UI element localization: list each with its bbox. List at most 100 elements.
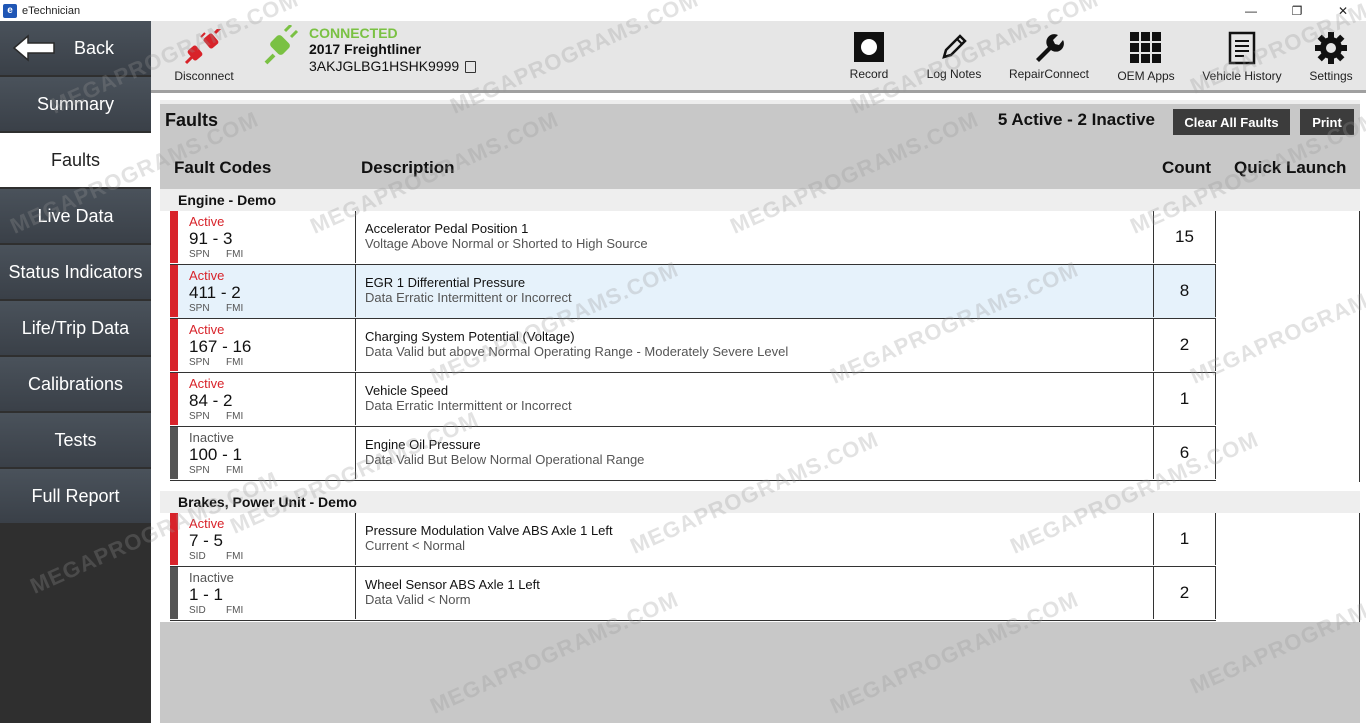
table-row[interactable]: Active 84 - 2 SPN FMI Vehicle Speed Data… <box>170 373 1216 427</box>
top-toolbar: Disconnect CONNECTED 2017 Freightliner 3… <box>151 21 1366 93</box>
table-row[interactable]: Active 91 - 3 SPN FMI Accelerator Pedal … <box>170 211 1216 265</box>
fault-title: Vehicle Speed <box>365 383 449 398</box>
sidebar-item-calibrations[interactable]: Calibrations <box>0 357 151 411</box>
status-bar <box>170 211 178 263</box>
fault-title: Pressure Modulation Valve ABS Axle 1 Lef… <box>365 523 613 538</box>
fault-status: Active <box>189 322 225 337</box>
sidebar-item-summary[interactable]: Summary <box>0 77 151 131</box>
fault-detail: Data Valid but above Normal Operating Ra… <box>365 344 789 359</box>
vehicle-history-button[interactable]: Vehicle History <box>1201 31 1283 83</box>
sidebar-item-tests[interactable]: Tests <box>0 413 151 467</box>
wrench-icon <box>1036 34 1064 62</box>
clear-all-faults-button[interactable]: Clear All Faults <box>1173 109 1290 135</box>
log-notes-button[interactable]: Log Notes <box>921 31 987 81</box>
sidebar-item-full-report[interactable]: Full Report <box>0 469 151 523</box>
fault-code: 167 - 16 <box>189 337 252 356</box>
sidebar-item-faults[interactable]: Faults <box>0 133 151 187</box>
maximize-button[interactable]: ❐ <box>1274 0 1320 21</box>
fault-code: 7 - 5 <box>189 531 224 550</box>
fault-detail: Data Erratic Intermittent or Incorrect <box>365 290 572 305</box>
fault-detail: Data Erratic Intermittent or Incorrect <box>365 398 572 413</box>
disconnect-plug-icon <box>184 29 222 65</box>
col-fault-codes: Fault Codes <box>174 158 272 177</box>
status-bar <box>170 513 178 565</box>
fault-status: Active <box>189 214 225 229</box>
minimize-button[interactable]: — <box>1228 0 1274 21</box>
fault-detail: Voltage Above Normal or Shorted to High … <box>365 236 648 251</box>
record-icon <box>854 32 884 62</box>
code-label-a: SPN <box>189 249 210 260</box>
col-quick-launch: Quick Launch <box>1234 158 1347 177</box>
status-bar <box>170 427 178 479</box>
code-label-a: SID <box>189 551 206 562</box>
group-title: Engine - Demo <box>160 189 1360 211</box>
close-button[interactable]: ✕ <box>1320 0 1366 21</box>
table-row[interactable]: Inactive 1 - 1 SID FMI Wheel Sensor ABS … <box>170 567 1216 621</box>
code-label-a: SPN <box>189 303 210 314</box>
back-arrow-icon <box>12 34 55 62</box>
connection-status: CONNECTED 2017 Freightliner 3AKJGLBG1HSH… <box>263 25 477 75</box>
fault-detail: Current < Normal <box>365 538 466 553</box>
quick-launch-column <box>1216 211 1360 482</box>
back-label: Back <box>74 37 115 58</box>
faults-panel: Faults 5 Active - 2 Inactive Clear All F… <box>160 100 1360 723</box>
copy-icon[interactable] <box>465 60 477 73</box>
fault-title: Charging System Potential (Voltage) <box>365 329 575 344</box>
etechnician-window: e eTechnician — ❐ ✕ Back Summary Faults … <box>0 0 1366 723</box>
code-label-b: FMI <box>226 551 244 562</box>
fault-status: Active <box>189 268 225 283</box>
sidebar-item-status-indicators[interactable]: Status Indicators <box>0 245 151 299</box>
disconnect-label: Disconnect <box>174 69 234 83</box>
repairconnect-button[interactable]: RepairConnect <box>1007 31 1091 81</box>
table-row[interactable]: Inactive 100 - 1 SPN FMI Engine Oil Pres… <box>170 427 1216 481</box>
fault-detail: Data Valid But Below Normal Operational … <box>365 452 645 467</box>
pencil-icon <box>942 34 967 59</box>
fault-detail: Data Valid < Norm <box>365 592 471 607</box>
code-label-b: FMI <box>226 605 244 616</box>
vehicle-name: 2017 Freightliner <box>309 41 422 57</box>
settings-label: Settings <box>1309 69 1353 83</box>
quick-launch-column <box>1216 513 1360 622</box>
sidebar-item-live-data[interactable]: Live Data <box>0 189 151 243</box>
fault-status: Inactive <box>189 570 234 585</box>
fault-code: 91 - 3 <box>189 229 233 248</box>
status-bar <box>170 567 178 619</box>
record-button[interactable]: Record <box>839 31 899 81</box>
table-header: Fault Codes Description Count Quick Laun… <box>160 145 1360 189</box>
oem-apps-button[interactable]: OEM Apps <box>1113 31 1179 83</box>
fault-count: 2 <box>1153 319 1216 371</box>
status-bar <box>170 265 178 317</box>
group-title: Brakes, Power Unit - Demo <box>160 491 1360 513</box>
code-label-a: SPN <box>189 411 210 422</box>
log-notes-label: Log Notes <box>926 67 982 81</box>
fault-title: Accelerator Pedal Position 1 <box>365 221 529 236</box>
back-button[interactable]: Back <box>0 21 151 75</box>
grid-icon <box>1130 32 1161 63</box>
code-label-a: SPN <box>189 465 210 476</box>
col-description: Description <box>361 158 455 177</box>
faults-table: Fault Codes Description Count Quick Laun… <box>160 145 1360 622</box>
fault-count: 8 <box>1153 265 1216 317</box>
vehicle-vin: 3AKJGLBG1HSHK9999 <box>309 58 460 74</box>
table-row[interactable]: Active 7 - 5 SID FMI Pressure Modulation… <box>170 513 1216 567</box>
fault-count: 2 <box>1153 567 1216 619</box>
code-label-b: FMI <box>226 357 244 368</box>
col-count: Count <box>1162 158 1212 177</box>
table-row[interactable]: Active 411 - 2 SPN FMI EGR 1 Differentia… <box>170 265 1216 319</box>
print-button[interactable]: Print <box>1300 109 1354 135</box>
oem-apps-label: OEM Apps <box>1117 69 1175 83</box>
document-icon <box>1228 31 1256 65</box>
settings-button[interactable]: Settings <box>1305 31 1357 83</box>
record-label: Record <box>849 67 889 81</box>
fault-status: Active <box>189 516 225 531</box>
vehicle-history-label: Vehicle History <box>1202 69 1282 83</box>
fault-code: 411 - 2 <box>189 283 241 302</box>
sidebar-item-life-trip-data[interactable]: Life/Trip Data <box>0 301 151 355</box>
status-bar <box>170 319 178 371</box>
fault-status: Inactive <box>189 430 234 445</box>
connection-status-text: CONNECTED <box>309 25 398 41</box>
app-logo-icon: e <box>3 3 17 18</box>
code-label-a: SPN <box>189 357 210 368</box>
disconnect-button[interactable]: Disconnect <box>171 29 237 83</box>
table-row[interactable]: Active 167 - 16 SPN FMI Charging System … <box>170 319 1216 373</box>
